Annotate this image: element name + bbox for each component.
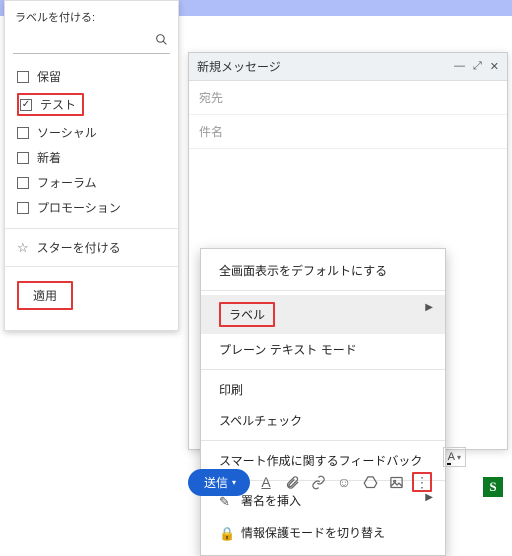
menu-label[interactable]: ラベル ▶ [201,295,445,334]
menu-fullscreen-default[interactable]: 全画面表示をデフォルトにする [201,255,445,286]
font-color-dropdown[interactable]: A ▾ [443,447,466,467]
checkbox-icon[interactable] [17,127,29,139]
extension-badge[interactable]: S [483,477,503,497]
lock-icon: 🔒 [219,526,235,542]
label-item-forums[interactable]: フォーラム [5,170,178,195]
checkbox-icon[interactable] [17,152,29,164]
send-label: 送信 [204,474,228,491]
formatting-icon[interactable]: A [256,472,276,492]
label-item-test[interactable]: テスト [5,89,178,120]
link-icon[interactable] [308,472,328,492]
compose-header: 新規メッセージ — ⤢ ✕ [189,53,507,81]
menu-plaintext[interactable]: プレーン テキスト モード [201,334,445,365]
label-search-input[interactable] [13,31,170,54]
label-item-text: 保留 [37,68,61,85]
compose-title: 新規メッセージ [197,58,281,75]
menu-confidential-mode[interactable]: 🔒 情報保護モードを切り替え [201,517,445,549]
label-dropdown: ラベルを付ける: 保留 テスト ソーシャル 新着 フォーラム プロモーション ☆… [4,0,179,331]
search-icon [155,33,168,49]
label-item-pending[interactable]: 保留 [5,64,178,89]
chevron-down-icon: ▾ [457,453,461,462]
star-icon: ☆ [17,240,29,256]
label-search[interactable] [13,31,170,54]
chevron-down-icon: ▾ [232,478,236,487]
label-item-text: 新着 [37,149,61,166]
subject-field[interactable]: 件名 [189,115,507,149]
more-options-button[interactable]: ⋮ [412,472,432,492]
label-item-text: フォーラム [37,174,97,191]
menu-label-text: ラベル [219,302,275,327]
label-item-text: プロモーション [37,199,121,216]
attach-icon[interactable] [282,472,302,492]
drive-icon[interactable] [360,472,380,492]
more-options-menu: 全画面表示をデフォルトにする ラベル ▶ プレーン テキスト モード 印刷 スペ… [200,248,446,556]
checkbox-icon[interactable] [17,177,29,189]
add-star[interactable]: ☆ スターを付ける [5,233,178,262]
compose-toolbar: 送信 ▾ A ☺ ⋮ [188,467,508,497]
font-a-label: A [448,451,455,463]
label-item-text: テスト [40,96,76,113]
minimize-icon[interactable]: — [454,60,465,73]
expand-icon[interactable]: ⤢ [473,60,482,73]
menu-print[interactable]: 印刷 [201,374,445,405]
label-item-promotions[interactable]: プロモーション [5,195,178,220]
close-icon[interactable]: ✕ [490,60,499,73]
submenu-arrow-icon: ▶ [425,302,433,313]
checkbox-checked-icon[interactable] [20,99,32,111]
send-button[interactable]: 送信 ▾ [188,469,250,496]
checkbox-icon[interactable] [17,202,29,214]
label-item-text: ソーシャル [37,124,97,141]
menu-spellcheck[interactable]: スペルチェック [201,405,445,436]
add-star-label: スターを付ける [37,239,121,256]
to-field[interactable]: 宛先 [189,81,507,115]
label-item-new[interactable]: 新着 [5,145,178,170]
apply-button[interactable]: 適用 [17,281,73,310]
label-dropdown-title: ラベルを付ける: [5,7,178,29]
label-list: 保留 テスト ソーシャル 新着 フォーラム プロモーション [5,60,178,224]
menu-item-text: 情報保護モードを切り替え [241,526,385,540]
label-item-social[interactable]: ソーシャル [5,120,178,145]
emoji-icon[interactable]: ☺ [334,472,354,492]
image-icon[interactable] [386,472,406,492]
checkbox-icon[interactable] [17,71,29,83]
